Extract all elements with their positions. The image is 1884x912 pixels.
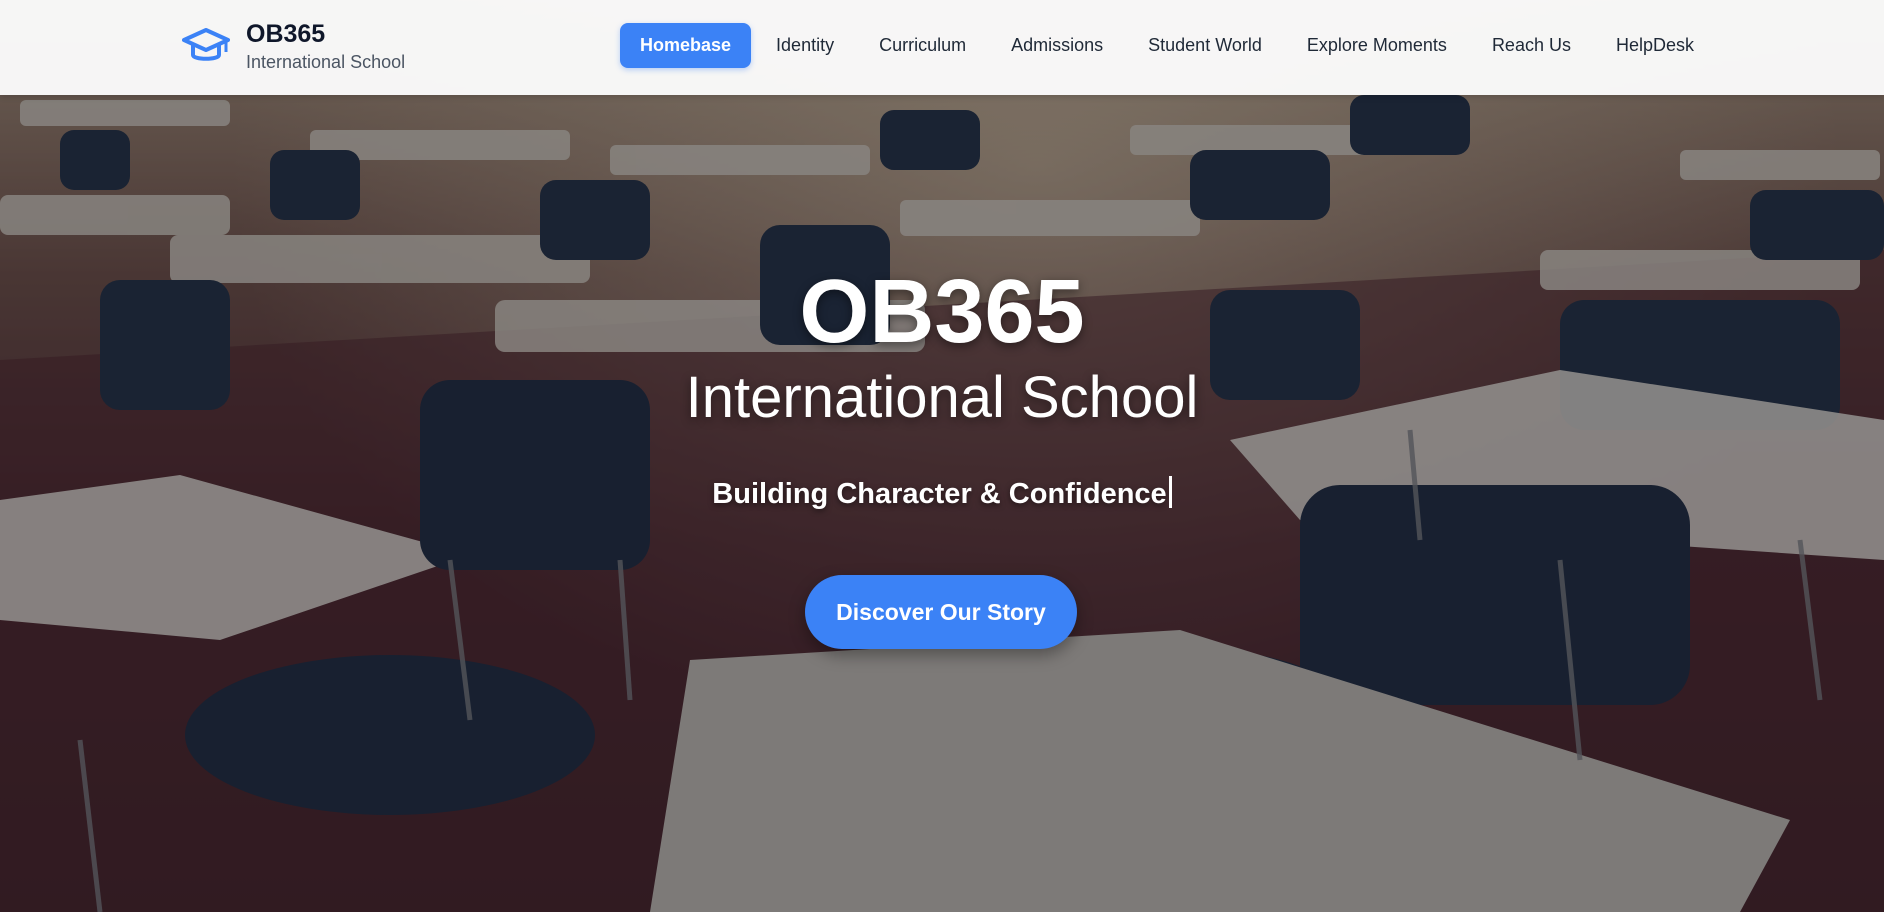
nav-item-homebase[interactable]: Homebase xyxy=(620,23,752,68)
nav-item-reach-us[interactable]: Reach Us xyxy=(1472,23,1591,68)
page: OB365 International School Homebase Iden… xyxy=(0,0,1884,912)
hero-subtitle: International School xyxy=(685,365,1199,430)
nav-item-curriculum[interactable]: Curriculum xyxy=(859,23,986,68)
nav-item-admissions[interactable]: Admissions xyxy=(991,23,1123,68)
brand[interactable]: OB365 International School xyxy=(182,20,405,74)
hero-tagline-text: Building Character & Confidence xyxy=(712,478,1167,510)
typing-cursor xyxy=(1168,476,1172,508)
hero-tagline: Building Character & Confidence xyxy=(0,476,1884,512)
brand-subtitle: International School xyxy=(246,52,406,72)
nav-item-helpdesk[interactable]: HelpDesk xyxy=(1596,23,1714,68)
hero-overlay xyxy=(0,0,1884,912)
brand-name: OB365 xyxy=(246,20,326,48)
nav-item-explore-moments[interactable]: Explore Moments xyxy=(1287,23,1467,68)
nav-item-identity[interactable]: Identity xyxy=(756,23,854,68)
hero-title: OB365 xyxy=(799,262,1085,362)
nav-item-student-world[interactable]: Student World xyxy=(1128,23,1282,68)
graduation-cap-icon xyxy=(182,28,230,61)
discover-our-story-button[interactable]: Discover Our Story xyxy=(805,575,1077,649)
brand-text: OB365 International School xyxy=(246,20,405,74)
navbar: OB365 International School Homebase Iden… xyxy=(0,0,1884,95)
main-nav: Homebase Identity Curriculum Admissions … xyxy=(620,23,1719,68)
